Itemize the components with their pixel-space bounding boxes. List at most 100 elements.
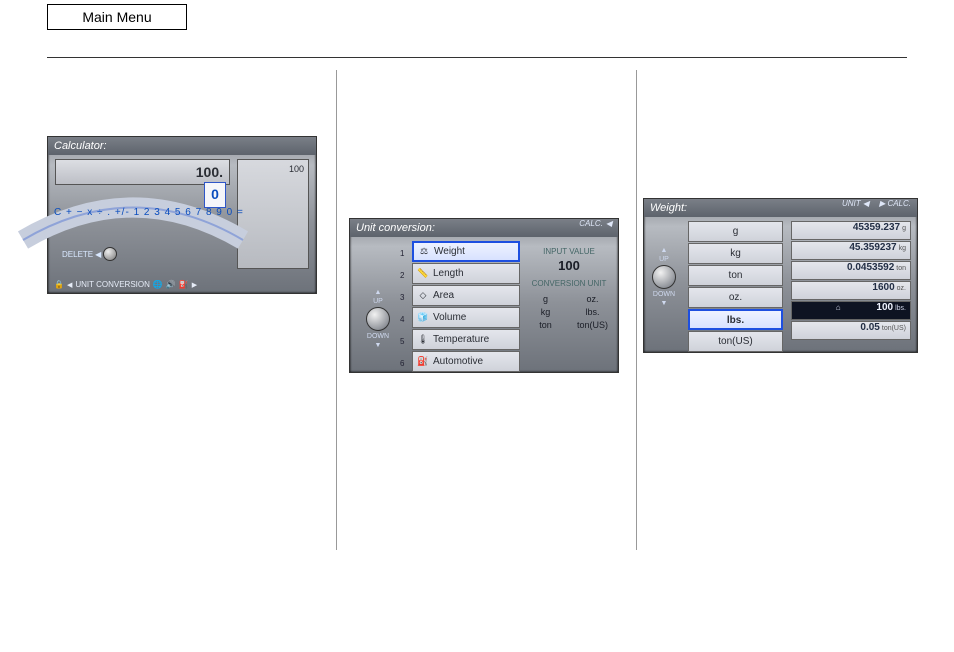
weight-unit-lbs[interactable]: lbs. [688,309,783,330]
left-arrow-icon: ◀ [95,250,101,259]
result-value: 45.359237 [849,242,896,253]
result-row: 45.359237 kg [791,241,911,260]
weight-results: 45359.237 g 45.359237 kg 0.0453592 ton 1… [791,221,911,341]
fuel-icon: ⛽ [179,280,189,289]
weight-unit-g[interactable]: g [688,221,783,242]
conv-unit: kg [526,307,565,317]
unit-item-label: Automotive [433,356,483,367]
unit-item-volume[interactable]: 🧊 Volume [412,307,520,328]
conv-unit: ton [526,320,565,330]
speaker-icon: 🔊 [166,280,176,289]
calculator-panel: Calculator: 100. 100 C + − x ÷ . +/- 1 2… [47,136,317,294]
conversion-unit-label: CONVERSION UNIT [526,279,612,288]
weight-panel: Weight: UNIT ◀ ▶ CALC. ▲ UP DOWN [643,198,918,353]
input-value: 100 [526,258,612,273]
unit-item-weight[interactable]: ⚖ Weight [412,241,520,262]
unit-conversion-panel: Unit conversion: CALC. ◀ ▲ UP DOWN ▼ 1 2… [349,218,619,373]
calculator-delete[interactable]: DELETE ◀ [62,247,117,261]
result-unit: g [902,225,906,232]
calc-label: CALC. [579,219,603,228]
volume-icon: 🧊 [417,312,429,323]
weight-icon: ⚖ [418,246,430,257]
unit-conv-joystick[interactable]: ▲ UP DOWN ▼ [366,289,390,349]
globe-icon: 🌐 [153,280,163,289]
input-value-label: INPUT VALUE [526,247,612,256]
weight-unit-tonus[interactable]: ton(US) [688,331,783,352]
weight-title-text: Weight: [650,202,687,214]
weight-title: Weight: UNIT ◀ ▶ CALC. [644,199,917,217]
unit-label: UNIT [842,199,861,208]
joystick-icon [103,247,117,261]
calculator-key-strip: C + − x ÷ . +/- 1 2 3 4 5 6 7 8 9 0 = [54,207,244,218]
result-value: 100 [876,302,893,313]
down-label: DOWN [653,291,675,298]
weight-joystick[interactable]: ▲ UP DOWN ▼ [652,247,676,307]
calculator-title: Calculator: [48,137,316,155]
result-unit: lbs. [895,305,906,312]
unit-conversion-title: Unit conversion: CALC. ◀ [350,219,618,237]
down-arrow-icon: ▼ [375,342,382,349]
unit-conv-calc-shortcut[interactable]: CALC. ◀ [579,219,612,228]
temperature-icon: 🌡 [417,334,429,345]
left-tri-icon: ◀ [67,281,72,289]
unit-item-label: Area [433,290,454,301]
result-row: 0.0453592 ton [791,261,911,280]
up-label: UP [373,298,383,305]
unit-conversion-label: UNIT CONVERSION [75,280,150,289]
unit-item-label: Weight [434,246,465,257]
calculator-footer: 🔒 ◀ UNIT CONVERSION 🌐 🔊 ⛽ ▶ [54,280,197,289]
weight-unit-ton[interactable]: ton [688,265,783,286]
up-arrow-icon: ▲ [375,289,382,296]
lock-icon: 🔒 [54,280,64,289]
delete-label: DELETE [62,250,93,259]
result-unit: ton(US) [882,325,906,332]
calc-label: CALC. [887,199,911,208]
result-row-active: ⌂ 100 lbs. [791,301,911,320]
result-value: 1600 [872,282,894,293]
unit-conv-category-list: ⚖ Weight 📏 Length ◇ Area 🧊 Volume 🌡 [412,241,520,373]
conv-unit: g [526,294,565,304]
weight-unit-shortcut[interactable]: UNIT ◀ [842,199,869,208]
weight-unit-kg[interactable]: kg [688,243,783,264]
unit-conv-row-numbers: 1 2 3 4 5 6 [400,243,404,375]
main-menu-button[interactable]: Main Menu [47,4,187,30]
right-tri-icon: ▶ [192,281,197,289]
down-arrow-icon: ▼ [661,300,668,307]
joystick-knob-icon [652,265,676,289]
left-tri-icon: ◀ [863,199,869,208]
result-value: 0.05 [860,322,879,333]
result-row: 45359.237 g [791,221,911,240]
conv-unit: oz. [573,294,612,304]
automotive-icon: ⛽ [417,356,429,367]
result-unit: kg [899,245,906,252]
unit-item-label: Volume [433,312,466,323]
weight-unit-list: g kg ton oz. lbs. ton(US) [688,221,783,353]
conv-unit: lbs. [573,307,612,317]
unit-item-automotive[interactable]: ⛽ Automotive [412,351,520,372]
weight-calc-shortcut[interactable]: ▶ CALC. [879,199,911,208]
calculator-selected-key[interactable]: 0 [204,182,226,208]
unit-item-label: Temperature [433,334,489,345]
result-row: 1600 oz. [791,281,911,300]
up-label: UP [659,256,669,263]
unit-item-temperature[interactable]: 🌡 Temperature [412,329,520,350]
result-unit: oz. [897,285,906,292]
weight-unit-oz[interactable]: oz. [688,287,783,308]
content-columns: Calculator: 100. 100 C + − x ÷ . +/- 1 2… [47,70,907,550]
left-tri-icon: ◀ [606,219,612,228]
conversion-unit-grid: g oz. kg lbs. ton ton(US) [526,294,612,330]
unit-item-label: Length [433,268,464,279]
down-label: DOWN [367,333,389,340]
length-icon: 📏 [417,268,429,279]
unit-conversion-title-text: Unit conversion: [356,222,435,234]
up-arrow-icon: ▲ [661,247,668,254]
unit-item-length[interactable]: 📏 Length [412,263,520,284]
column-unit-conversion: Unit conversion: CALC. ◀ ▲ UP DOWN ▼ 1 2… [337,70,637,550]
result-unit: ton [896,265,906,272]
result-value: 0.0453592 [847,262,894,273]
divider [47,57,907,58]
unit-conv-info: INPUT VALUE 100 CONVERSION UNIT g oz. kg… [526,241,612,330]
unit-item-area[interactable]: ◇ Area [412,285,520,306]
joystick-knob-icon [366,307,390,331]
area-icon: ◇ [417,290,429,301]
